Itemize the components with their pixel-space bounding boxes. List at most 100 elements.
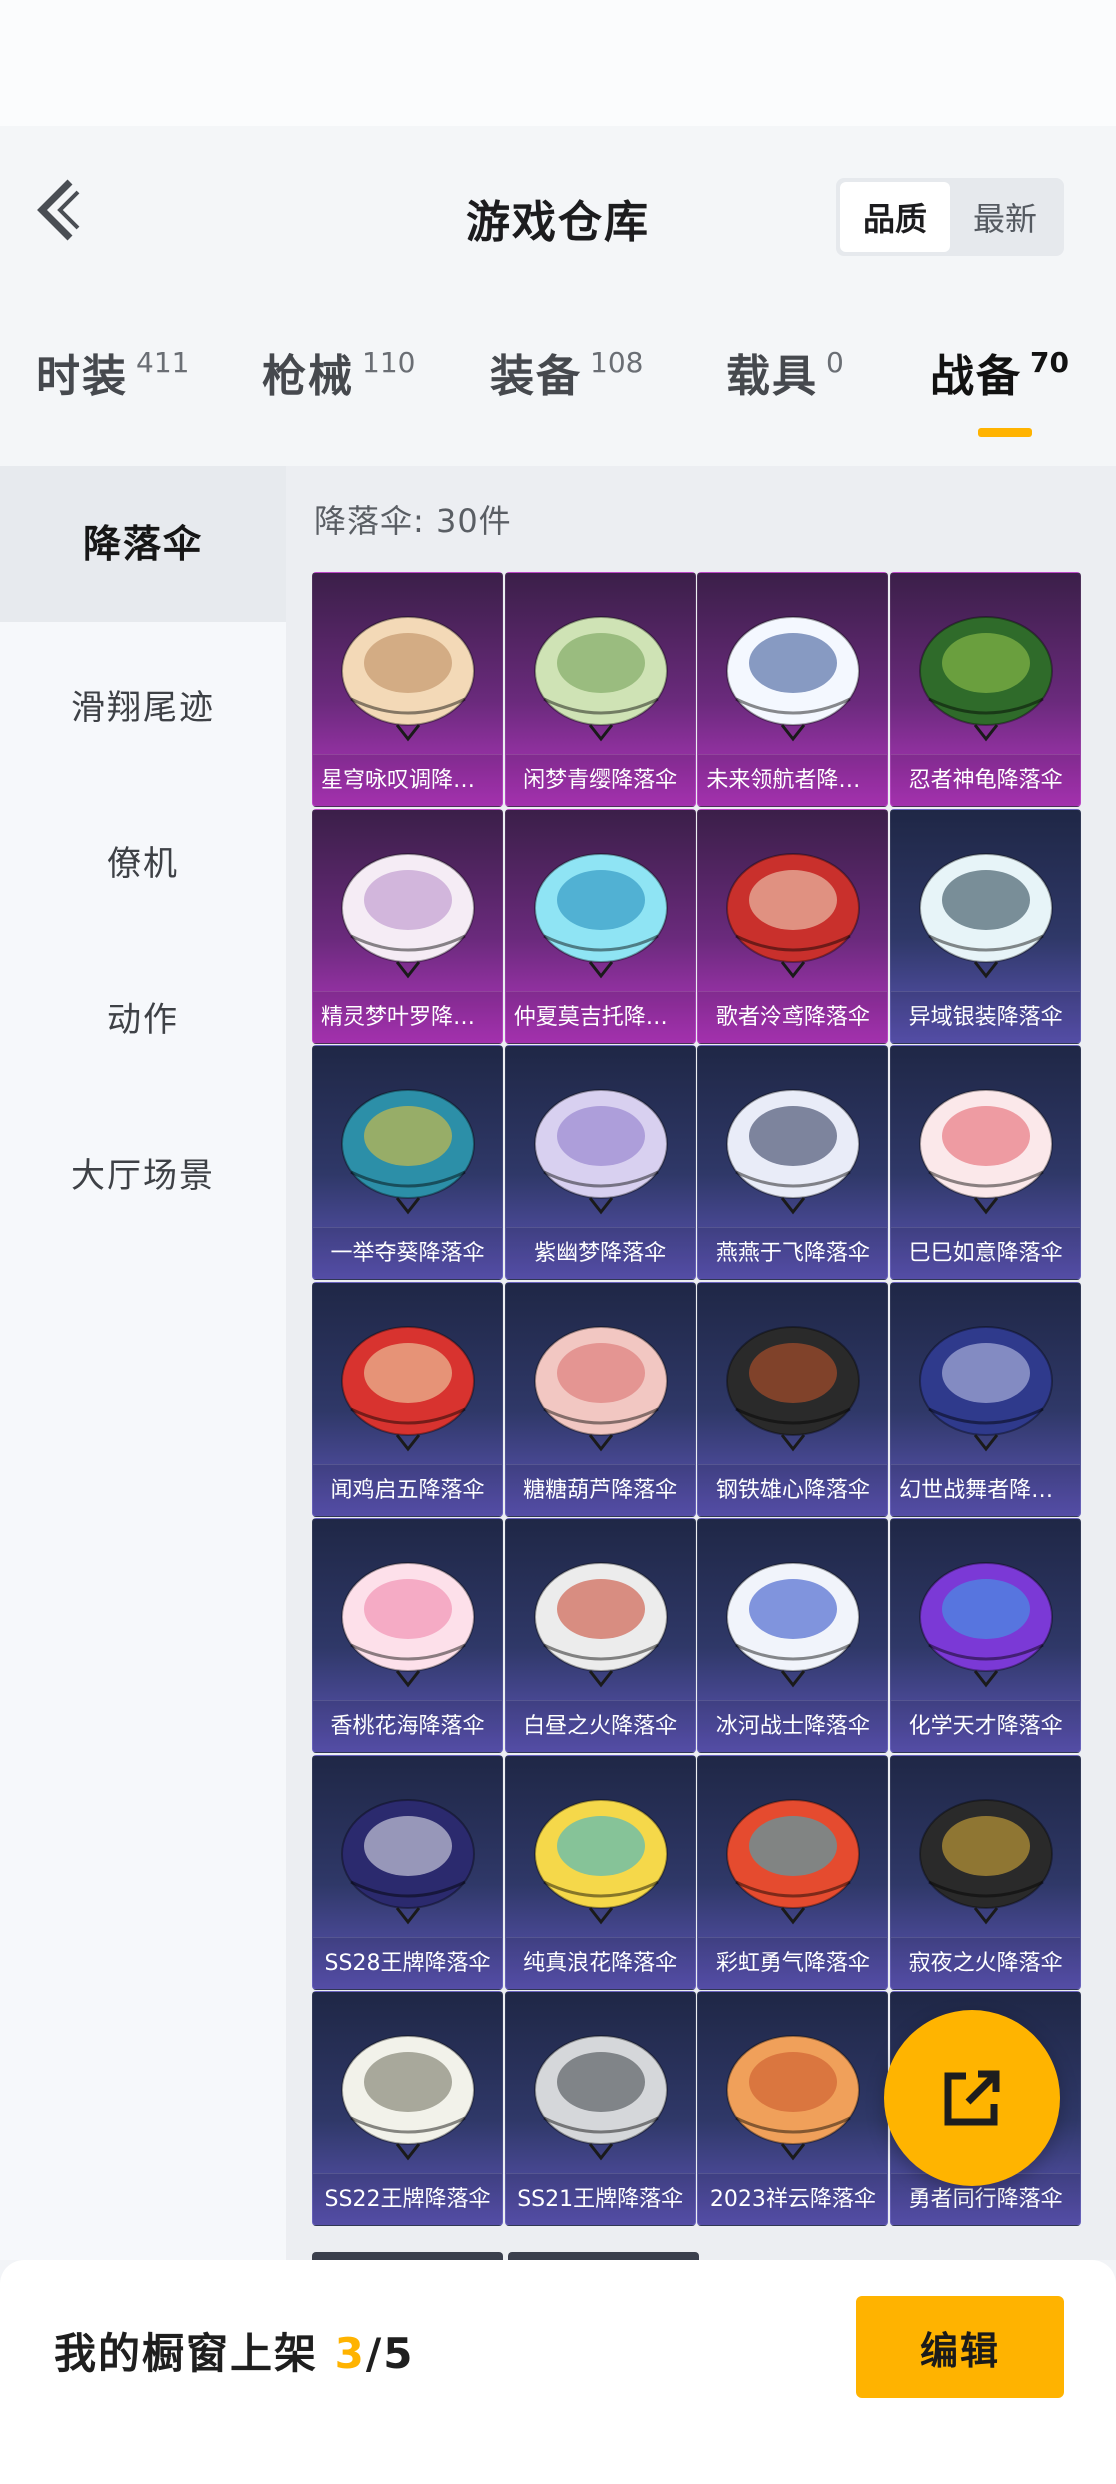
item-name: 一举夺葵降落伞: [313, 1227, 502, 1279]
item-card[interactable]: SS21王牌降落伞: [504, 1991, 696, 2226]
tab-label: 载具: [726, 351, 818, 402]
sidebar-item-parachute[interactable]: 降落伞: [0, 466, 286, 622]
item-name: SS22王牌降落伞: [313, 2173, 502, 2225]
parachute-icon: [341, 852, 475, 978]
item-card[interactable]: 一举夺葵降落伞: [312, 1045, 503, 1280]
item-name: 星穹咏叹调降落伞: [313, 754, 502, 806]
item-name: 纯真浪花降落伞: [505, 1936, 695, 1989]
showcase-prefix: 我的橱窗上架: [54, 2329, 335, 2378]
item-content: 降落伞: 30件 星穹咏叹调降落伞 闲梦青缨降落伞 未来领航者降落伞 忍者神龟降落伞精…: [286, 466, 1116, 2260]
item-name: 香桃花海降落伞: [313, 1700, 502, 1752]
tab-label: 枪械: [262, 351, 354, 402]
tab-label: 装备: [490, 351, 582, 402]
item-name: 冰河战士降落伞: [698, 1700, 888, 1752]
parachute-icon: [533, 1089, 668, 1215]
parachute-icon: [726, 616, 861, 742]
partial-card: [312, 2252, 503, 2260]
item-card[interactable]: 幻世战舞者降落伞: [890, 1281, 1082, 1517]
sort-option-newest[interactable]: 最新: [950, 182, 1060, 252]
item-name: 精灵梦叶罗降落伞: [313, 990, 502, 1043]
tab-battle-gear[interactable]: 战备 70: [930, 340, 1069, 420]
parachute-icon: [341, 1089, 475, 1215]
item-name: 彩虹勇气降落伞: [698, 1936, 888, 1989]
tab-fashion[interactable]: 时装 411: [36, 340, 189, 420]
item-name: 钢铁雄心降落伞: [698, 1463, 888, 1516]
item-card[interactable]: 冰河战士降落伞: [697, 1518, 889, 1753]
item-card[interactable]: 香桃花海降落伞: [312, 1518, 503, 1753]
item-name: 白昼之火降落伞: [505, 1700, 695, 1752]
status-bar-area: [0, 0, 1116, 126]
item-name: 歌者泠鸢降落伞: [698, 990, 888, 1043]
sidebar-item-emote[interactable]: 动作: [0, 992, 286, 1041]
sort-option-quality[interactable]: 品质: [840, 182, 950, 252]
item-card[interactable]: 忍者神龟降落伞: [890, 572, 1082, 807]
sidebar-item-lobby-scene[interactable]: 大厅场景: [0, 1148, 286, 1197]
item-name: 2023祥云降落伞: [698, 2173, 888, 2225]
item-card[interactable]: 巳巳如意降落伞: [890, 1045, 1082, 1280]
item-card[interactable]: 异域银装降落伞: [890, 808, 1082, 1044]
item-card[interactable]: 紫幽梦降落伞: [504, 1045, 696, 1280]
item-card[interactable]: 闻鸡启五降落伞: [312, 1281, 503, 1517]
item-name: 化学天才降落伞: [891, 1700, 1081, 1752]
item-card[interactable]: 2023祥云降落伞: [697, 1991, 889, 2226]
item-card[interactable]: 化学天才降落伞: [890, 1518, 1082, 1753]
item-card[interactable]: 未来领航者降落伞: [697, 572, 889, 807]
parachute-icon: [919, 1089, 1054, 1215]
parachute-icon: [533, 1562, 668, 1688]
sidebar-item-wingman[interactable]: 僚机: [0, 836, 286, 885]
tab-vehicles[interactable]: 载具 0: [726, 340, 844, 420]
tab-label: 时装: [36, 351, 128, 402]
active-tab-indicator: [978, 428, 1032, 437]
item-card[interactable]: 彩虹勇气降落伞: [697, 1754, 889, 1990]
item-name: 仲夏莫吉托降落伞: [505, 990, 695, 1043]
item-name: SS21王牌降落伞: [505, 2173, 695, 2225]
item-card[interactable]: 星穹咏叹调降落伞: [312, 572, 503, 807]
tab-equipment[interactable]: 装备 108: [490, 340, 643, 420]
item-name: 异域银装降落伞: [891, 990, 1081, 1043]
parachute-icon: [919, 852, 1054, 978]
tab-weapons[interactable]: 枪械 110: [262, 340, 415, 420]
item-name: 未来领航者降落伞: [698, 754, 888, 806]
tab-count: 0: [826, 346, 844, 379]
tab-count: 110: [362, 346, 416, 379]
parachute-icon: [919, 1325, 1054, 1451]
share-button[interactable]: [884, 2010, 1060, 2186]
parachute-icon: [726, 2035, 861, 2161]
edit-button[interactable]: 编辑: [856, 2296, 1064, 2398]
item-card[interactable]: 歌者泠鸢降落伞: [697, 808, 889, 1044]
parachute-icon: [533, 616, 668, 742]
tab-label: 战备: [930, 351, 1022, 402]
item-card[interactable]: 仲夏莫吉托降落伞: [504, 808, 696, 1044]
partial-card: [508, 2252, 699, 2260]
item-count-label: 降落伞: 30件: [314, 502, 512, 540]
item-card[interactable]: 纯真浪花降落伞: [504, 1754, 696, 1990]
parachute-icon: [919, 616, 1054, 742]
item-name: 寂夜之火降落伞: [891, 1936, 1081, 1989]
item-name: 闻鸡启五降落伞: [313, 1463, 502, 1516]
sort-toggle[interactable]: 品质 最新: [836, 178, 1064, 256]
item-name: 燕燕于飞降落伞: [698, 1227, 888, 1279]
parachute-icon: [341, 2035, 475, 2161]
parachute-icon: [533, 1798, 668, 1924]
item-card[interactable]: 精灵梦叶罗降落伞: [312, 808, 503, 1044]
item-card[interactable]: 寂夜之火降落伞: [890, 1754, 1082, 1990]
parachute-icon: [726, 1325, 861, 1451]
item-card[interactable]: SS28王牌降落伞: [312, 1754, 503, 1990]
item-card[interactable]: 糖糖葫芦降落伞: [504, 1281, 696, 1517]
parachute-icon: [533, 2035, 668, 2161]
sidebar-item-glide-trail[interactable]: 滑翔尾迹: [0, 680, 286, 729]
sidebar: 降落伞 滑翔尾迹 僚机 动作 大厅场景: [0, 466, 286, 2260]
item-card[interactable]: 白昼之火降落伞: [504, 1518, 696, 1753]
item-name: 闲梦青缨降落伞: [505, 754, 695, 806]
parachute-icon: [341, 1562, 475, 1688]
item-card[interactable]: 燕燕于飞降落伞: [697, 1045, 889, 1280]
item-card[interactable]: SS22王牌降落伞: [312, 1991, 503, 2226]
parachute-icon: [341, 1798, 475, 1924]
item-card[interactable]: 闲梦青缨降落伞: [504, 572, 696, 807]
item-name: SS28王牌降落伞: [313, 1936, 502, 1989]
tab-count: 70: [1030, 346, 1069, 379]
tab-count: 411: [136, 346, 190, 379]
item-card[interactable]: 钢铁雄心降落伞: [697, 1281, 889, 1517]
tab-count: 108: [590, 346, 644, 379]
item-name: 幻世战舞者降落伞: [891, 1463, 1081, 1516]
